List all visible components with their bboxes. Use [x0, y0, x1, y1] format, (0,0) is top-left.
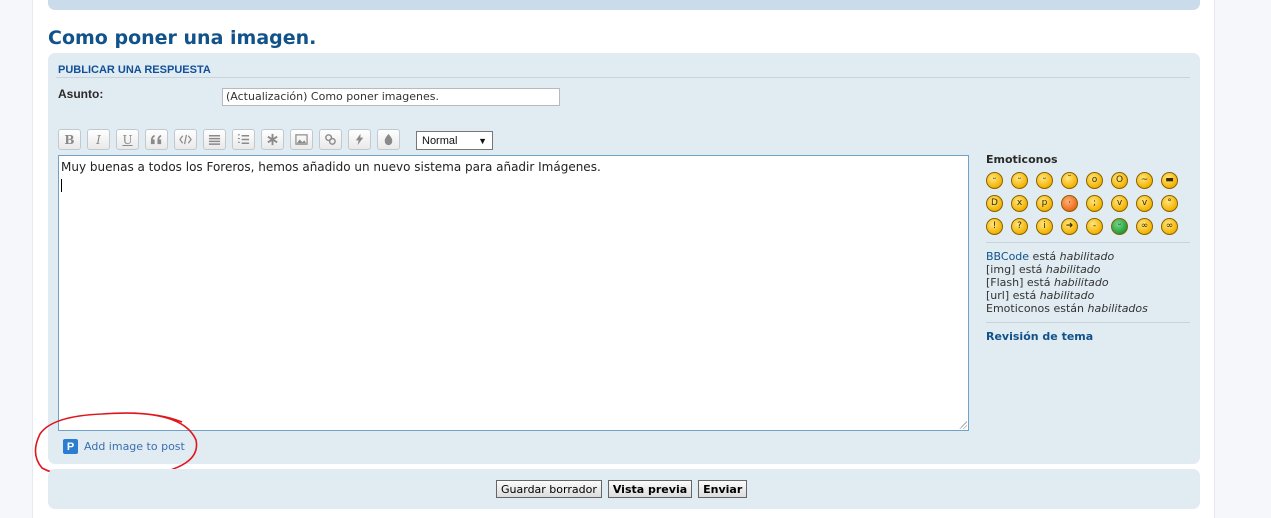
italic-button[interactable]: I [87, 129, 110, 150]
smiley-mad-icon[interactable]: x [1011, 195, 1028, 212]
smiley-confused-icon[interactable]: ~ [1136, 172, 1153, 189]
smiley-embarrassed-icon[interactable]: · [1061, 195, 1078, 212]
smiley-razz-icon[interactable]: p [1036, 195, 1053, 212]
submit-buttons: Guardar borrador Vista previa Enviar [496, 480, 748, 498]
smiley-arrow-icon[interactable]: ➜ [1061, 218, 1078, 235]
flash-button[interactable] [348, 129, 371, 150]
smiley-neutral-icon[interactable]: - [1086, 218, 1103, 235]
smiley-mrgreen-icon[interactable]: ᵕ [1111, 218, 1128, 235]
image-button[interactable] [290, 129, 313, 150]
status-text: está [1009, 289, 1040, 302]
text-caret [61, 179, 62, 192]
status-value: habilitados [1087, 302, 1148, 315]
drop-icon [384, 133, 393, 146]
panel-divider [56, 77, 1190, 78]
status-prefix: Emoticonos [986, 302, 1050, 315]
smiley-question-icon[interactable]: ? [1011, 218, 1028, 235]
smiley-ugeek-icon[interactable]: ∞ [1161, 218, 1178, 235]
submit-button[interactable]: Enviar [698, 480, 748, 498]
emoticons-title: Emoticonos [986, 153, 1058, 166]
smiley-twisted-icon[interactable]: v [1136, 195, 1153, 212]
panel-header: PUBLICAR UNA RESPUESTA [58, 64, 211, 76]
topic-title: Como poner una imagen. [48, 27, 317, 49]
smiley-shocked-icon[interactable]: O [1111, 172, 1128, 189]
smiley-geek-icon[interactable]: ∞ [1136, 218, 1153, 235]
reply-panel: PUBLICAR UNA RESPUESTA Asunto: (Actualiz… [48, 53, 1200, 464]
status-value: habilitado [1039, 289, 1095, 302]
resize-handle-icon[interactable] [959, 421, 967, 429]
img-status: [img] está habilitado [986, 263, 1190, 276]
list-icon [208, 135, 221, 145]
subject-input[interactable]: (Actualización) Como poner imagenes. [222, 88, 560, 106]
font-size-select[interactable]: Normal ▼ [416, 131, 493, 150]
code-icon [179, 134, 192, 145]
smiley-surprised-icon[interactable]: o [1086, 172, 1103, 189]
emoticons-grid: ᵕ ᵕ ᵕ ˘ o O ~ ▬ D x p · ; v v ° ! ? i ➜ … [986, 172, 1190, 235]
smiley-sad-icon[interactable]: ˘ [1061, 172, 1078, 189]
smiley-grin-icon[interactable]: ᵕ [986, 172, 1003, 189]
ordered-list-button[interactable] [232, 129, 255, 150]
bbcode-link[interactable]: BBCode [986, 250, 1029, 263]
smiley-rolleyes-icon[interactable]: ° [1161, 195, 1178, 212]
list-button[interactable] [203, 129, 226, 150]
formatting-toolbar: B I U [58, 129, 406, 151]
smiley-cool-icon[interactable]: ▬ [1161, 172, 1178, 189]
smiley-smile-icon[interactable]: ᵕ [1011, 172, 1028, 189]
status-text: está [1015, 263, 1046, 276]
status-text: están [1049, 302, 1088, 315]
link-button[interactable] [319, 129, 342, 150]
status-prefix: [Flash] [986, 276, 1024, 289]
bbcode-status: BBCode está habilitado [986, 250, 1190, 263]
status-text: está [1023, 276, 1054, 289]
bold-button[interactable]: B [58, 129, 81, 150]
link-icon [325, 134, 336, 145]
asterisk-icon [267, 133, 278, 146]
preview-button[interactable]: Vista previa [607, 480, 693, 498]
url-status: [url] está habilitado [986, 289, 1190, 302]
status-value: habilitado [1045, 263, 1101, 276]
image-icon [295, 134, 308, 145]
message-textarea[interactable]: Muy buenas a todos los Foreros, hemos añ… [58, 155, 969, 431]
topic-review-link[interactable]: Revisión de tema [986, 330, 1190, 343]
status-value: habilitado [1059, 250, 1115, 263]
smiley-idea-icon[interactable]: i [1036, 218, 1053, 235]
status-prefix: [img] [986, 263, 1016, 276]
code-button[interactable] [174, 129, 197, 150]
smiley-laughing-icon[interactable]: D [986, 195, 1003, 212]
message-text: Muy buenas a todos los Foreros, hemos añ… [61, 160, 601, 174]
font-size-value: Normal [422, 134, 458, 147]
submit-bar: Guardar borrador Vista previa Enviar [48, 469, 1200, 509]
list-item-button[interactable] [261, 129, 284, 150]
smiley-crying-icon[interactable]: ; [1086, 195, 1103, 212]
ordered-list-icon [237, 134, 250, 144]
color-button[interactable] [377, 129, 400, 150]
subject-label: Asunto: [58, 87, 104, 101]
flash-icon [355, 133, 364, 146]
smiley-wink-icon[interactable]: ᵕ [1036, 172, 1053, 189]
top-panel-edge [48, 0, 1200, 10]
dropdown-arrow-icon: ▼ [478, 135, 487, 146]
sidebar-divider [986, 322, 1190, 323]
sidebar-divider [986, 242, 1190, 243]
quote-icon [150, 134, 162, 145]
emoticons-status: Emoticonos están habilitados [986, 302, 1190, 315]
status-prefix: [url] [986, 289, 1010, 302]
underline-button[interactable]: U [116, 129, 139, 150]
status-value: habilitado [1053, 276, 1109, 289]
save-draft-button[interactable]: Guardar borrador [496, 480, 602, 498]
editor-sidebar: Emoticonos ᵕ ᵕ ᵕ ˘ o O ~ ▬ D x p · ; v v… [986, 153, 1190, 343]
flash-status: [Flash] está habilitado [986, 276, 1190, 289]
smiley-evil-icon[interactable]: v [1111, 195, 1128, 212]
status-text: está [1029, 250, 1060, 263]
smiley-exclaim-icon[interactable]: ! [986, 218, 1003, 235]
quote-button[interactable] [145, 129, 168, 150]
